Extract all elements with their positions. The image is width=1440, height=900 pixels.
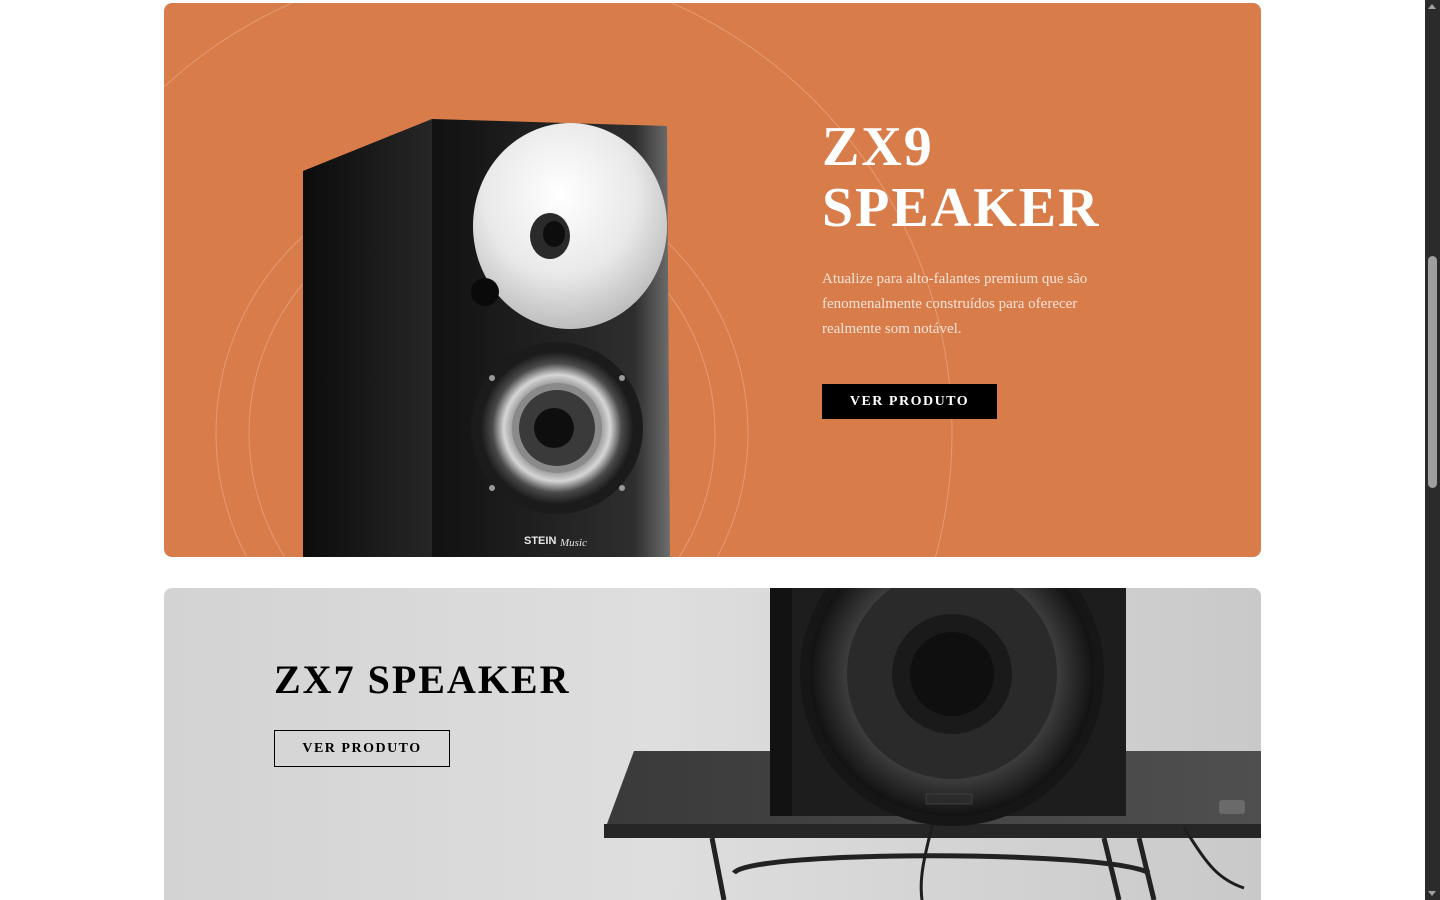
zx9-title: ZX9 SPEAKER [822,117,1142,239]
zx9-title-line1: ZX9 [822,116,934,178]
speaker-brand-text: STEIN [524,535,556,547]
scroll-down-arrow-icon[interactable] [1428,891,1436,896]
page-scrollbar[interactable] [1425,0,1440,900]
zx7-view-product-button[interactable]: VER PRODUTO [274,730,450,767]
zx9-title-line2: SPEAKER [822,177,1101,239]
scroll-up-arrow-icon[interactable] [1428,4,1436,9]
zx9-view-product-button[interactable]: VER PRODUTO [822,384,997,419]
zx9-product-card: STEIN Music ZX9 SPEAKER Atualize para al… [164,3,1261,557]
speaker-brand-script-text: Music [559,537,587,549]
zx7-title: ZX7 SPEAKER [274,657,571,702]
zx7-product-card: ZX7 SPEAKER VER PRODUTO [164,588,1261,900]
zx9-speaker-image: STEIN Music [303,119,670,557]
zx9-description: Atualize para alto-falantes premium que … [822,271,1088,337]
scroll-thumb[interactable] [1428,256,1437,488]
